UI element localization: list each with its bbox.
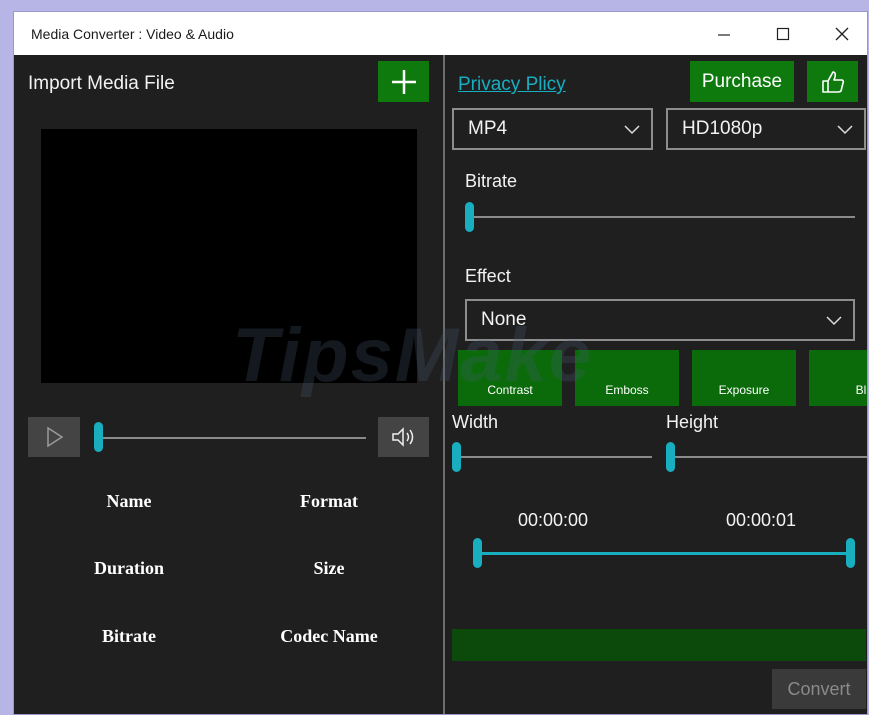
maximize-button[interactable] [763, 18, 803, 50]
seek-thumb[interactable] [94, 422, 103, 452]
like-button[interactable] [807, 61, 858, 102]
chevron-down-icon [826, 316, 842, 326]
trim-range-slider[interactable] [473, 533, 857, 573]
effect-dropdown-value: None [481, 309, 527, 330]
effect-contrast-button[interactable]: Contrast [458, 350, 562, 406]
bitrate-info-label: Bitrate [102, 626, 156, 646]
plus-icon [391, 69, 416, 94]
effect-emboss-button[interactable]: Emboss [575, 350, 679, 406]
name-label: Name [106, 491, 152, 511]
format-dropdown-value: MP4 [468, 118, 508, 139]
chevron-down-icon [837, 125, 853, 135]
height-track [670, 456, 867, 458]
width-label: Width [452, 412, 499, 432]
right-panel: Privacy Plicy Purchase MP4 HD1080p Bitra… [445, 55, 867, 714]
height-thumb[interactable] [666, 442, 675, 472]
quality-dropdown[interactable]: HD1080p [666, 108, 866, 150]
width-slider[interactable] [452, 440, 652, 472]
play-icon [47, 426, 64, 448]
add-media-button[interactable] [378, 61, 429, 102]
close-button[interactable] [822, 18, 862, 50]
import-media-label: Import Media File [28, 73, 175, 94]
effect-dropdown[interactable]: None [465, 299, 855, 341]
bitrate-thumb[interactable] [465, 202, 474, 232]
thumbs-up-icon [821, 70, 844, 93]
trim-range-fill [477, 552, 853, 555]
speaker-icon [391, 427, 413, 447]
width-thumb[interactable] [452, 442, 461, 472]
effect-blur-button[interactable]: Blu [809, 350, 867, 406]
close-icon [835, 27, 849, 41]
trim-end-thumb[interactable] [846, 538, 855, 568]
volume-button[interactable] [378, 417, 429, 457]
trim-start-thumb[interactable] [473, 538, 482, 568]
maximize-icon [776, 27, 790, 41]
window-title: Media Converter : Video & Audio [31, 26, 234, 42]
effect-exposure-button[interactable]: Exposure [692, 350, 796, 406]
app-window: Media Converter : Video & Audio Import M… [14, 12, 867, 714]
title-bar: Media Converter : Video & Audio [14, 12, 867, 55]
convert-button[interactable]: Convert [772, 669, 866, 709]
start-time: 00:00:00 [518, 510, 589, 530]
format-dropdown[interactable]: MP4 [452, 108, 653, 150]
height-slider[interactable] [666, 440, 867, 472]
chevron-down-icon [624, 125, 640, 135]
minimize-button[interactable] [704, 18, 744, 50]
bitrate-track [469, 216, 855, 218]
bitrate-slider[interactable] [465, 200, 855, 232]
minimize-icon [718, 34, 730, 36]
seek-track [98, 437, 366, 439]
conversion-progress-bar [452, 629, 866, 661]
purchase-button[interactable]: Purchase [690, 61, 794, 102]
format-label: Format [300, 491, 358, 511]
duration-label: Duration [93, 558, 164, 578]
end-time: 00:00:01 [726, 510, 797, 530]
codec-name-label: Codec Name [280, 626, 378, 646]
bitrate-label: Bitrate [465, 171, 518, 191]
quality-dropdown-value: HD1080p [682, 118, 763, 139]
seek-slider[interactable] [94, 417, 366, 457]
effect-label: Effect [465, 266, 511, 286]
privacy-policy-link[interactable]: Privacy Plicy [458, 74, 566, 96]
play-button[interactable] [28, 417, 80, 457]
width-track [456, 456, 652, 458]
height-label: Height [666, 412, 719, 432]
left-panel: Import Media File Name Format Duration S… [14, 55, 443, 714]
video-preview [41, 129, 417, 383]
size-label: Size [313, 558, 345, 578]
